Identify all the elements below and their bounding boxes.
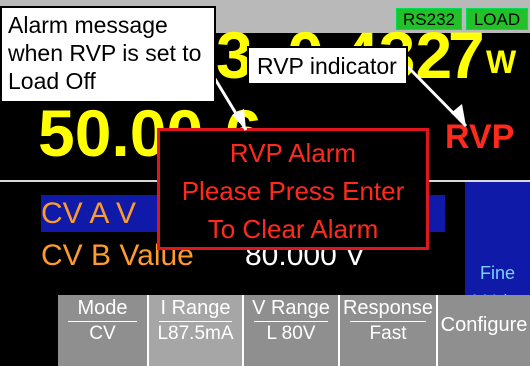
rvp-indicator-callout: RVP indicator	[247, 46, 408, 85]
alarm-message-callout: Alarm message when RVP is set to Load Of…	[0, 6, 216, 103]
